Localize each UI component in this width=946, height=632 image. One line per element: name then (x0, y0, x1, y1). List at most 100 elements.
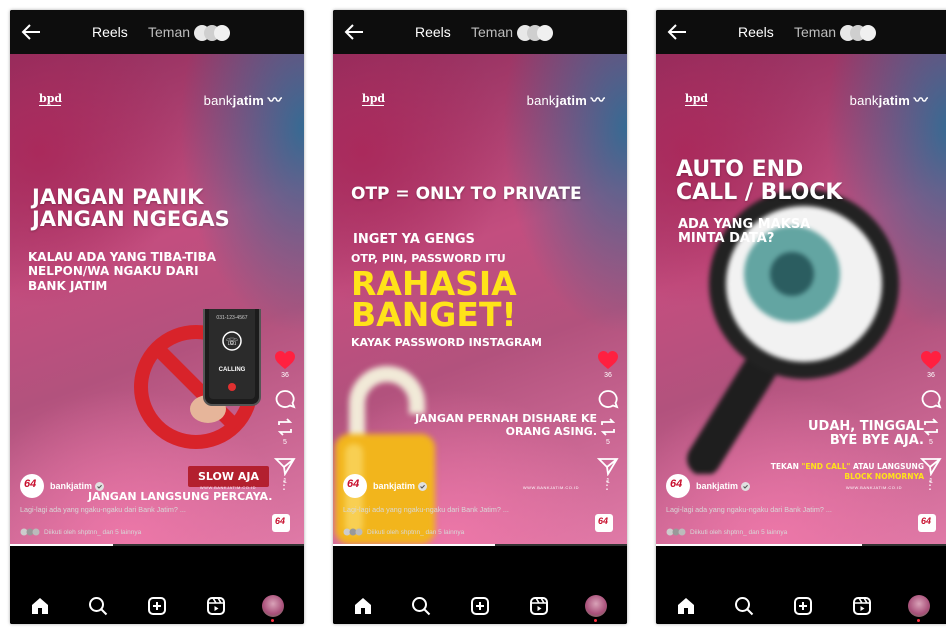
send-icon[interactable] (597, 456, 619, 476)
comment-icon[interactable] (920, 389, 942, 409)
home-icon[interactable] (30, 596, 50, 616)
home-icon[interactable] (353, 596, 373, 616)
like-count: 36 (281, 372, 289, 379)
followed-by[interactable]: Diikuti oleh shptnn_ dan 5 lainnya (666, 528, 787, 536)
tab-friends[interactable]: Teman (471, 24, 513, 40)
search-icon[interactable] (411, 596, 431, 616)
reels-header: Reels Teman (333, 10, 627, 54)
reels-header: Reels Teman (656, 10, 946, 54)
followed-by[interactable]: Diikuti oleh shptnn_ dan 5 lainnya (20, 528, 141, 536)
verified-badge-icon (95, 481, 105, 491)
friends-avatars-icon (840, 25, 876, 41)
send-icon[interactable] (920, 456, 942, 476)
slide-title: AUTO END CALL / BLOCK (676, 157, 843, 206)
tab-reels[interactable]: Reels (92, 24, 128, 40)
reels-icon[interactable] (206, 596, 226, 616)
author-avatar[interactable]: 64 (666, 474, 690, 498)
create-icon[interactable] (793, 596, 813, 616)
reel-video[interactable]: bpd bankjatim 〰 AUTO END CALL / BLOCK AD… (656, 54, 946, 544)
like-count: 36 (604, 372, 612, 379)
action-rail: 36 5 1 (595, 350, 621, 495)
slide-footer: UDAH, TINGGAL BYE BYE AJA. (807, 419, 924, 449)
profile-avatar[interactable] (585, 595, 607, 617)
search-icon[interactable] (734, 596, 754, 616)
svg-text:bpd: bpd (685, 92, 708, 105)
author-row[interactable]: 64 bankjatim (666, 474, 751, 498)
repost-icon[interactable] (920, 417, 942, 437)
slide-footer: JANGAN PERNAH DISHARE KE ORANG ASING. (415, 412, 597, 439)
reel-caption[interactable]: Lagi-lagi ada yang ngaku-ngaku dari Bank… (20, 505, 186, 514)
create-icon[interactable] (147, 596, 167, 616)
bankjatim-logo: bankjatim 〰 (849, 92, 928, 108)
search-icon[interactable] (88, 596, 108, 616)
svg-text:bpd: bpd (362, 92, 385, 105)
slide-subtitle-3: KAYAK PASSWORD INSTAGRAM (351, 336, 542, 349)
more-options-icon[interactable]: ⋮ (924, 478, 936, 492)
send-icon[interactable] (274, 456, 296, 476)
reel-caption[interactable]: Lagi-lagi ada yang ngaku-ngaku dari Bank… (666, 505, 832, 514)
heart-icon[interactable] (597, 350, 619, 370)
more-options-icon[interactable]: ⋮ (278, 478, 290, 492)
follower-avatars-icon (20, 528, 40, 536)
website-watermark: WWW.BANKJATIM.CO.ID (845, 485, 902, 490)
notification-dot (271, 619, 274, 622)
reel-video[interactable]: bpd bankjatim 〰 OTP = ONLY TO PRIVATE IN… (333, 54, 627, 544)
follower-avatars-icon (666, 528, 686, 536)
reels-icon[interactable] (852, 596, 872, 616)
followed-by[interactable]: Diikuti oleh shptnn_ dan 5 lainnya (343, 528, 464, 536)
website-watermark: WWW.BANKJATIM.CO.ID (199, 485, 256, 490)
svg-text:031-123-4567: 031-123-4567 (216, 315, 247, 321)
arrow-left-icon[interactable] (343, 22, 365, 42)
slide-highlight: RAHASIA BANGET! (351, 264, 517, 335)
verified-badge-icon (418, 481, 428, 491)
slide-subtitle-1: INGET YA GENGS (353, 232, 475, 247)
author-avatar[interactable]: 64 (20, 474, 44, 498)
reels-icon[interactable] (529, 596, 549, 616)
repost-icon[interactable] (597, 417, 619, 437)
comment-icon[interactable] (274, 389, 296, 409)
arrow-left-icon[interactable] (666, 22, 688, 42)
bottom-nav (10, 546, 304, 624)
tab-reels[interactable]: Reels (738, 24, 774, 40)
profile-avatar[interactable] (262, 595, 284, 617)
author-name[interactable]: bankjatim (696, 481, 738, 491)
reel-caption[interactable]: Lagi-lagi ada yang ngaku-ngaku dari Bank… (343, 505, 509, 514)
bottom-nav (656, 546, 946, 624)
slide-title: JANGAN PANIK JANGAN NGEGAS (32, 185, 230, 232)
bpd-logo: bpd (685, 92, 708, 106)
home-icon[interactable] (676, 596, 696, 616)
slide-footer: JANGAN LANGSUNG PERCAYA. (88, 490, 273, 503)
profile-avatar[interactable] (908, 595, 930, 617)
audio-thumbnail[interactable]: 64 (272, 514, 290, 532)
notification-dot (917, 619, 920, 622)
audio-thumbnail[interactable]: 64 (918, 514, 936, 532)
heart-icon[interactable] (920, 350, 942, 370)
arrow-left-icon[interactable] (20, 22, 42, 42)
website-watermark: WWW.BANKJATIM.CO.ID (522, 485, 579, 490)
reel-video[interactable]: bpd bankjatim 〰 JANGAN PANIK JANGAN NGEG… (10, 54, 304, 544)
slide-note: TEKAN "END CALL" ATAU LANGSUNG BLOCK NOM… (770, 462, 924, 481)
notification-dot (594, 619, 597, 622)
slide-subtitle: KALAU ADA YANG TIBA-TIBA NELPON/WA NGAKU… (28, 250, 217, 293)
tab-friends[interactable]: Teman (148, 24, 190, 40)
svg-text:☏: ☏ (226, 337, 239, 348)
author-row[interactable]: 64 bankjatim (20, 474, 105, 498)
repost-count: 5 (929, 439, 933, 446)
create-icon[interactable] (470, 596, 490, 616)
repost-icon[interactable] (274, 417, 296, 437)
author-avatar[interactable]: 64 (343, 474, 367, 498)
audio-thumbnail[interactable]: 64 (595, 514, 613, 532)
tab-reels[interactable]: Reels (415, 24, 451, 40)
like-count: 36 (927, 372, 935, 379)
comment-icon[interactable] (597, 389, 619, 409)
more-options-icon[interactable]: ⋮ (601, 478, 613, 492)
padlock-illustration (335, 366, 435, 544)
author-row[interactable]: 64 bankjatim (343, 474, 428, 498)
reel-phone-1: Reels Teman bpd bankjatim 〰 JANGAN PANIK… (10, 10, 304, 624)
author-name[interactable]: bankjatim (373, 481, 415, 491)
no-call-illustration: 031-123-4567 ☏ CALLING (134, 309, 261, 449)
author-name[interactable]: bankjatim (50, 481, 92, 491)
heart-icon[interactable] (274, 350, 296, 370)
reel-phone-3: Reels Teman bpd bankjatim 〰 AUTO END CAL… (656, 10, 946, 624)
tab-friends[interactable]: Teman (794, 24, 836, 40)
